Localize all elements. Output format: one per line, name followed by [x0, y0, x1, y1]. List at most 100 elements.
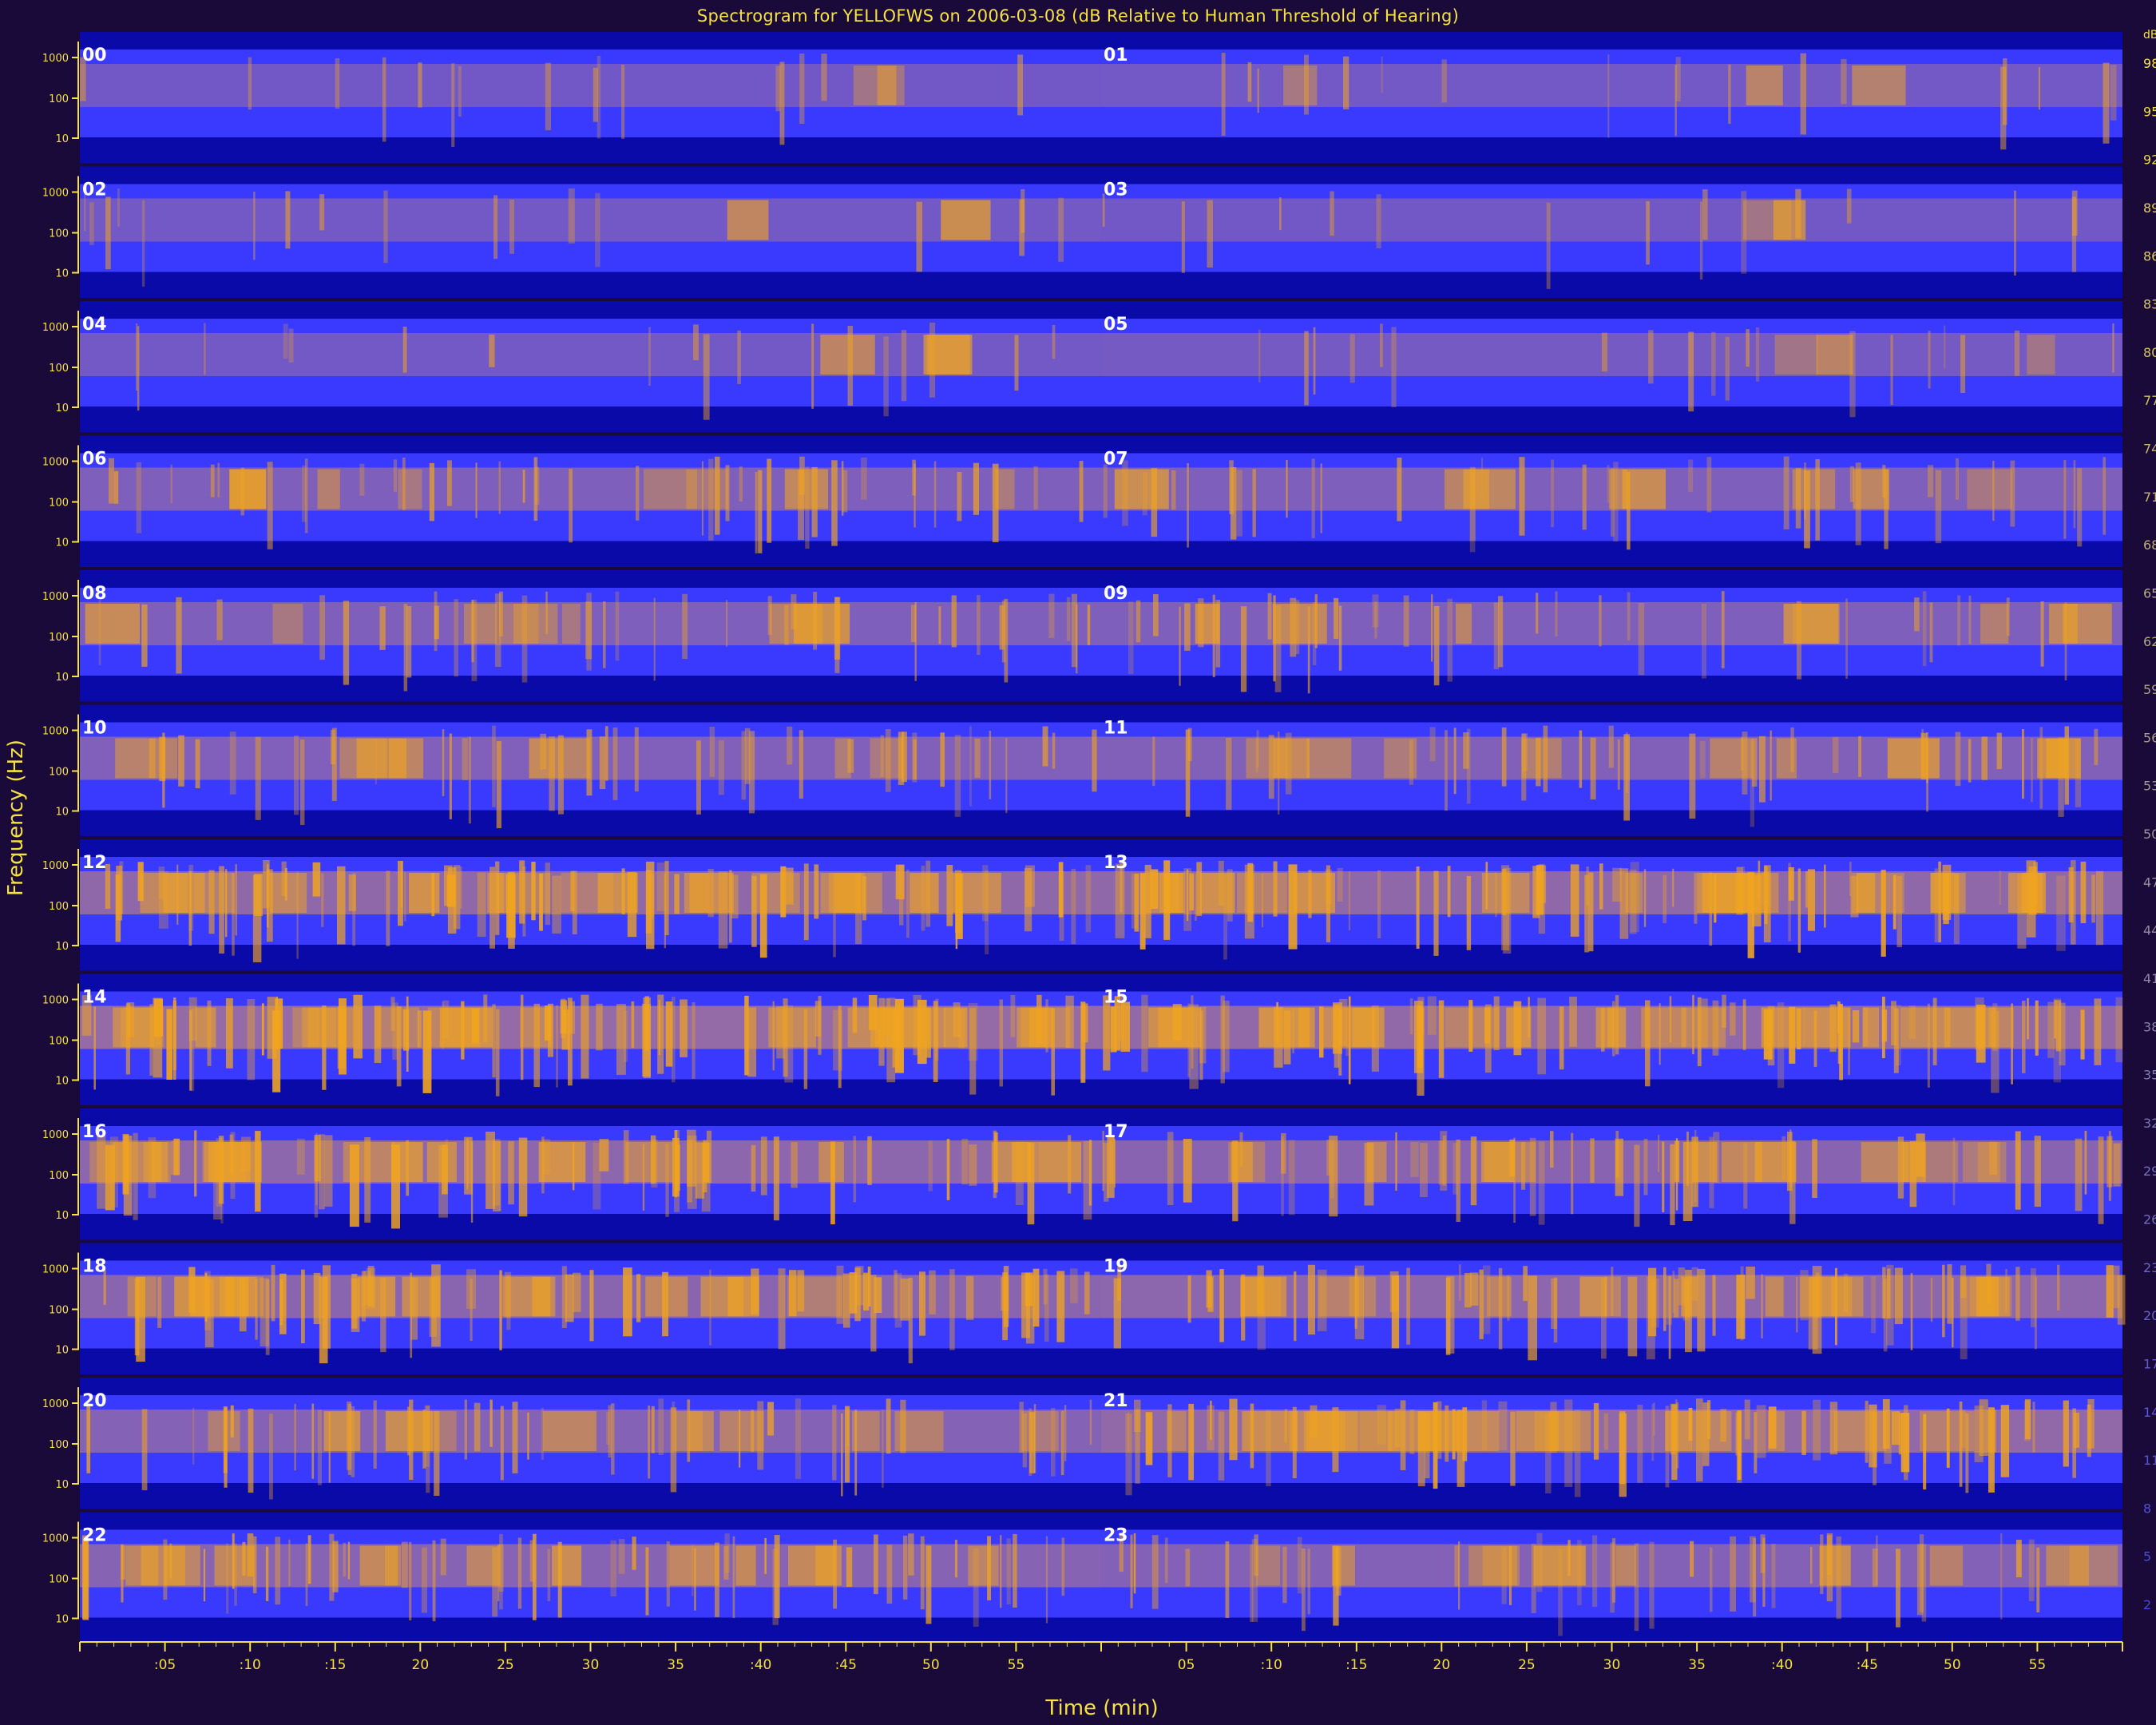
colorbar-tick-label: 80 [2143, 345, 2156, 360]
freq-tick-label: 1000 [42, 322, 69, 334]
colorbar-tick-label: 65 [2143, 585, 2156, 601]
colorbar-tick-label: 14 [2143, 1405, 2156, 1420]
spectrogram-plot: 00 0110001001002 0310001001004 051000100100… [42, 29, 2156, 1673]
spectrogram-row [72, 32, 2122, 164]
spectrogram-chart: Spectrogram for YELLOFWS on 2006-03-08 (… [0, 0, 2156, 1725]
freq-tick-label: 1000 [42, 1533, 69, 1545]
colorbar-tick-label: 38 [2143, 1019, 2156, 1034]
colorbar-tick-label: 20 [2143, 1308, 2156, 1323]
x-tick-label: :05 [154, 1657, 176, 1673]
spectrogram-row [72, 570, 2122, 702]
colorbar-tick-label: 26 [2143, 1212, 2156, 1227]
freq-tick-label: 10 [55, 1345, 69, 1357]
x-tick-label: 35 [1688, 1657, 1706, 1673]
colorbar-tick-label: 56 [2143, 730, 2156, 745]
spectrogram-row [72, 301, 2122, 433]
x-tick-label: :10 [239, 1657, 260, 1673]
hour-label: 04 [82, 315, 107, 335]
freq-tick-label: 1000 [42, 1398, 69, 1410]
freq-tick-label: 100 [49, 767, 69, 779]
freq-tick-label: 1000 [42, 1129, 69, 1141]
colorbar-tick-label: 92 [2143, 153, 2156, 168]
hour-label: 20 [82, 1391, 107, 1411]
freq-tick-label: 10 [55, 268, 69, 280]
freq-tick-label: 1000 [42, 457, 69, 469]
x-tick-label: 55 [2029, 1657, 2047, 1673]
x-tick-label: 05 [1178, 1657, 1195, 1673]
freq-tick-label: 1000 [42, 53, 69, 65]
freq-tick-label: 100 [49, 632, 69, 644]
hour-label: 15 [1104, 988, 1128, 1008]
hour-label: 19 [1104, 1257, 1128, 1277]
colorbar-tick-label: 23 [2143, 1260, 2156, 1275]
x-tick-label: 50 [922, 1657, 940, 1673]
hour-label: 10 [82, 719, 107, 739]
x-tick-label: 25 [497, 1657, 514, 1673]
hour-label: 09 [1104, 584, 1128, 604]
spectrogram-row [72, 435, 2122, 567]
x-tick-label: 55 [1008, 1657, 1025, 1673]
hour-label: 02 [82, 180, 107, 200]
x-tick-label: :40 [1771, 1657, 1793, 1673]
colorbar-tick-label: 98 [2143, 56, 2156, 71]
x-tick-label: :45 [835, 1657, 857, 1673]
spectrogram-row [72, 1243, 2126, 1374]
freq-tick-label: 100 [49, 93, 69, 105]
colorbar-tick-label: 68 [2143, 537, 2156, 553]
freq-tick-label: 10 [55, 537, 69, 549]
freq-tick-label: 1000 [42, 188, 69, 200]
hour-label: 14 [82, 988, 107, 1008]
freq-tick-label: 100 [49, 498, 69, 510]
freq-tick-label: 100 [49, 901, 69, 913]
freq-tick-label: 10 [55, 402, 69, 414]
hour-label: 06 [82, 450, 107, 470]
hour-label: 08 [82, 584, 107, 604]
colorbar-unit: dB [2143, 29, 2156, 42]
x-tick-label: 25 [1518, 1657, 1536, 1673]
colorbar-tick-label: 86 [2143, 248, 2156, 264]
x-tick-label: 30 [1603, 1657, 1621, 1673]
colorbar-tick-label: 2 [2143, 1597, 2151, 1612]
freq-tick-label: 100 [49, 1574, 69, 1586]
colorbar-tick-label: 32 [2143, 1116, 2156, 1131]
colorbar-tick-label: 74 [2143, 442, 2156, 457]
freq-tick-label: 1000 [42, 995, 69, 1007]
colorbar-tick-label: 53 [2143, 779, 2156, 794]
colorbar-tick-label: 29 [2143, 1164, 2156, 1179]
spectrogram-row [72, 1108, 2122, 1240]
colorbar-tick-label: 41 [2143, 971, 2156, 986]
hour-label: 01 [1104, 46, 1128, 65]
colorbar-tick-label: 17 [2143, 1356, 2156, 1371]
x-tick-label: 30 [582, 1657, 600, 1673]
x-tick-label: :10 [1260, 1657, 1282, 1673]
freq-tick-label: 100 [49, 1305, 69, 1317]
hour-label: 17 [1104, 1122, 1128, 1142]
hour-label: 03 [1104, 180, 1128, 200]
x-tick-label: 20 [412, 1657, 430, 1673]
x-tick-label: :40 [750, 1657, 771, 1673]
colorbar-tick-label: 59 [2143, 682, 2156, 697]
colorbar-tick-label: 71 [2143, 490, 2156, 505]
colorbar-tick-label: 5 [2143, 1549, 2151, 1564]
freq-tick-label: 10 [55, 672, 69, 684]
freq-tick-label: 10 [55, 941, 69, 953]
freq-tick-label: 100 [49, 363, 69, 375]
colorbar-tick-label: 89 [2143, 200, 2156, 216]
freq-tick-label: 10 [55, 1076, 69, 1088]
freq-tick-label: 100 [49, 1170, 69, 1182]
freq-tick-label: 1000 [42, 860, 69, 872]
colorbar-tick-label: 50 [2143, 827, 2156, 842]
colorbar-tick-label: 77 [2143, 393, 2156, 408]
colorbar-tick-label: 47 [2143, 874, 2156, 890]
hour-label: 00 [82, 46, 107, 65]
freq-tick-label: 10 [55, 807, 69, 819]
freq-tick-label: 1000 [42, 591, 69, 603]
hour-label: 07 [1104, 450, 1128, 470]
x-tick-label: :15 [1346, 1657, 1367, 1673]
hour-label: 12 [82, 853, 107, 873]
hour-label: 22 [82, 1526, 107, 1546]
hour-label: 21 [1104, 1391, 1128, 1411]
freq-tick-label: 10 [55, 1210, 69, 1222]
hour-label: 18 [82, 1257, 107, 1277]
x-tick-label: 35 [667, 1657, 684, 1673]
